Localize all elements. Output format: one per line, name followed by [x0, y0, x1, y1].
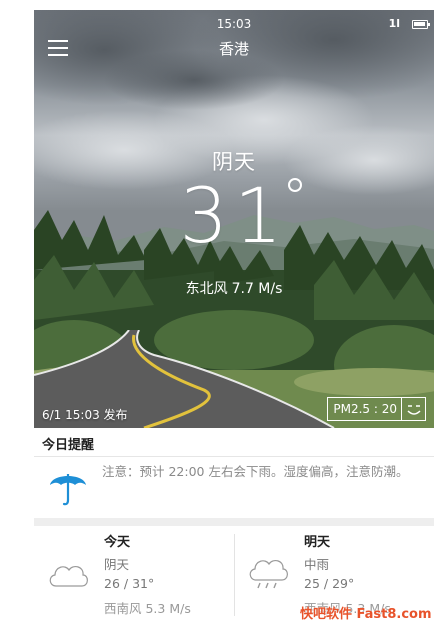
forecast-temperature: 25 / 29°: [304, 576, 355, 591]
temperature-value: 31: [179, 171, 289, 260]
published-time: 6/1 15:03 发布: [42, 408, 128, 422]
rain-cloud-icon: [249, 559, 288, 589]
cloud-icon: [49, 565, 88, 587]
wind-speed: 7.7 M/s: [231, 281, 283, 297]
forecast-day-label: 今天: [104, 535, 131, 550]
reminder-text: 注意：预计 22:00 左右会下雨。湿度偏高，注意防潮。: [102, 464, 409, 479]
status-bar: 15:03 1l: [34, 16, 434, 32]
pm25-value: PM2.5 : 20: [333, 402, 397, 416]
wind-direction: 东北风: [185, 281, 228, 297]
status-time: 15:03: [216, 17, 252, 31]
forecast-day-label: 明天: [304, 535, 331, 550]
current-temperature: 31: [34, 178, 434, 254]
forecast-today[interactable]: 今天 阴天 26 / 31° 西南风 5.3 M/s: [34, 526, 234, 622]
weather-hero: 15:03 1l 香港 阴天 31 东北风 7.7 M/s 6/1 15:03 发…: [34, 10, 434, 428]
pm25-badge[interactable]: PM2.5 : 20: [327, 397, 426, 421]
umbrella-icon: [50, 474, 86, 506]
section-divider: [34, 518, 434, 526]
signal-icon: 1l: [388, 17, 400, 30]
reminder-title: 今日提醒: [42, 438, 95, 453]
current-wind: 东北风 7.7 M/s: [34, 278, 434, 298]
degree-icon: [288, 178, 302, 192]
forecast-condition: 中雨: [304, 557, 330, 572]
reminder-card: 注意：预计 22:00 左右会下雨。湿度偏高，注意防潮。: [34, 456, 434, 518]
forecast-wind: 西南风 5.3 M/s: [104, 601, 191, 616]
battery-icon: [412, 20, 430, 29]
city-title[interactable]: 香港: [34, 38, 434, 59]
watermark: 快吧软件 Fast8.com: [300, 607, 432, 622]
forecast-temperature: 26 / 31°: [104, 576, 155, 591]
forecast-condition: 阴天: [104, 557, 130, 572]
smiley-face-icon: [401, 398, 425, 420]
